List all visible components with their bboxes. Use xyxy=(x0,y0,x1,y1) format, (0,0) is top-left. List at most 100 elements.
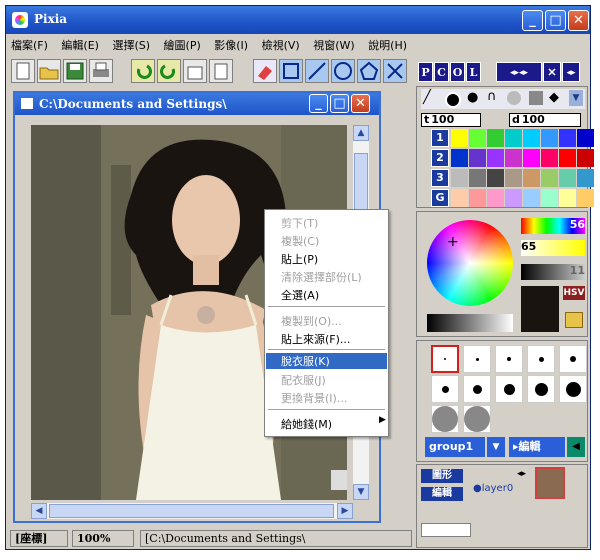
layer-arrows-icon[interactable]: ◂▸ xyxy=(517,469,526,479)
t-value-field[interactable]: t 100 xyxy=(421,113,481,127)
fill-icon[interactable] xyxy=(529,91,543,105)
menu-item-paste[interactable]: 貼上(P) xyxy=(281,251,318,267)
color-swatch[interactable] xyxy=(505,129,522,147)
cross-tool[interactable] xyxy=(383,59,407,83)
layer-thumbnail[interactable] xyxy=(535,467,565,499)
scroll-right-button[interactable]: ▶ xyxy=(337,503,353,519)
scroll-up-button[interactable]: ▲ xyxy=(353,125,369,141)
document-title-bar[interactable]: C:\Documents and Settings\ _ □ ✕ xyxy=(15,93,379,115)
minimize-button[interactable]: _ xyxy=(522,10,543,31)
hsv-toggle[interactable]: HSV xyxy=(563,286,585,300)
color-swatch[interactable] xyxy=(487,129,504,147)
menu-select[interactable]: 選擇(S) xyxy=(107,36,155,54)
menu-help[interactable]: 說明(H) xyxy=(363,36,412,54)
color-wheel[interactable]: + xyxy=(427,220,513,306)
color-swatch[interactable] xyxy=(541,129,558,147)
horizontal-scrollbar[interactable]: ◀ ▶ xyxy=(31,503,353,519)
title-bar[interactable]: Pixia _ □ ✕ xyxy=(6,6,590,34)
menu-item-give-money[interactable]: 給她錢(M) xyxy=(281,416,332,432)
shape-button[interactable]: 圖形 xyxy=(421,469,463,483)
horizontal-scroll-thumb[interactable] xyxy=(49,504,334,518)
color-swatch[interactable] xyxy=(469,129,486,147)
color-swatch[interactable] xyxy=(523,129,540,147)
menu-item-copy[interactable]: 複製(C) xyxy=(281,233,319,249)
dropdown-icon[interactable]: ▼ xyxy=(569,90,583,106)
ellipse-tool[interactable] xyxy=(331,59,355,83)
color-swatch[interactable] xyxy=(523,189,540,207)
layer-item[interactable]: ●layer0 xyxy=(473,483,513,494)
color-swatch[interactable] xyxy=(469,149,486,167)
copy-button[interactable] xyxy=(183,59,207,83)
tab-p[interactable]: P xyxy=(418,62,433,82)
close-panel-button[interactable]: ✕ xyxy=(543,62,561,82)
color-swatch[interactable] xyxy=(559,149,576,167)
value-slider[interactable]: 11 xyxy=(521,264,585,280)
menu-item-clear-selection[interactable]: 清除選擇部份(L) xyxy=(281,269,362,285)
eraser-tool[interactable] xyxy=(253,59,277,83)
edit-button[interactable]: ▸編輯 xyxy=(509,437,565,457)
menu-window[interactable]: 視窗(W) xyxy=(308,36,359,54)
color-swatch[interactable] xyxy=(469,169,486,187)
d-value-field[interactable]: d 100 xyxy=(509,113,581,127)
menu-item-select-all[interactable]: 全選(A) xyxy=(281,287,319,303)
new-file-button[interactable] xyxy=(11,59,35,83)
open-file-button[interactable] xyxy=(37,59,61,83)
folder-icon[interactable] xyxy=(565,312,583,328)
doc-close-button[interactable]: ✕ xyxy=(351,94,370,113)
saturation-slider[interactable]: 65 xyxy=(521,240,585,256)
close-button[interactable]: ✕ xyxy=(568,10,589,31)
maximize-button[interactable]: □ xyxy=(545,10,566,31)
doc-minimize-button[interactable]: _ xyxy=(309,94,328,113)
color-swatch[interactable] xyxy=(451,169,468,187)
dot-brush-icon[interactable] xyxy=(445,92,461,108)
color-swatch[interactable] xyxy=(559,169,576,187)
brush-size-option[interactable] xyxy=(463,405,491,433)
blur-icon[interactable] xyxy=(507,91,521,105)
brush-size-option[interactable] xyxy=(527,345,555,373)
brush-size-option[interactable] xyxy=(527,375,555,403)
app-icon[interactable] xyxy=(12,12,28,28)
menu-image[interactable]: 影像(I) xyxy=(209,36,253,54)
diamond-icon[interactable]: ◆ xyxy=(549,90,559,105)
brush-size-option[interactable] xyxy=(431,345,459,373)
color-swatch[interactable] xyxy=(487,169,504,187)
color-swatch[interactable] xyxy=(559,129,576,147)
color-swatch[interactable] xyxy=(577,149,594,167)
arrows-button[interactable]: ◂▸ xyxy=(562,62,580,82)
scroll-down-button[interactable]: ▼ xyxy=(353,484,369,500)
color-swatch[interactable] xyxy=(505,169,522,187)
brush-size-option[interactable] xyxy=(431,375,459,403)
color-swatch[interactable] xyxy=(541,189,558,207)
rectangle-tool[interactable] xyxy=(279,59,303,83)
menu-item-paste-from[interactable]: 貼上來源(F)... xyxy=(281,331,350,347)
apply-button[interactable]: ◀ xyxy=(567,437,585,457)
brush-size-option[interactable] xyxy=(463,345,491,373)
doc-maximize-button[interactable]: □ xyxy=(330,94,349,113)
color-swatch[interactable] xyxy=(487,149,504,167)
color-swatch[interactable] xyxy=(523,149,540,167)
brush-size-option[interactable] xyxy=(431,405,459,433)
scroll-left-button[interactable]: ◀ xyxy=(31,503,47,519)
pen-icon[interactable]: ╱ xyxy=(423,90,431,105)
brightness-slider[interactable] xyxy=(427,314,513,332)
redo-button[interactable] xyxy=(157,59,181,83)
menu-file[interactable]: 檔案(F) xyxy=(6,36,53,54)
color-swatch[interactable] xyxy=(559,189,576,207)
menu-item-undress[interactable]: 脫衣服(K) xyxy=(266,353,387,369)
tab-l[interactable]: L xyxy=(466,62,481,82)
save-button[interactable] xyxy=(63,59,87,83)
brush-size-option[interactable] xyxy=(559,345,587,373)
layer-edit-button[interactable]: 編輯 xyxy=(421,487,463,501)
lasso-icon[interactable]: ∩ xyxy=(487,89,497,104)
color-swatch[interactable] xyxy=(505,189,522,207)
color-swatch[interactable] xyxy=(523,169,540,187)
tab-c[interactable]: C xyxy=(434,62,449,82)
menu-item-copy-to[interactable]: 複製到(O)... xyxy=(281,313,342,329)
print-button[interactable] xyxy=(89,59,113,83)
line-tool[interactable] xyxy=(305,59,329,83)
undo-button[interactable] xyxy=(131,59,155,83)
group-dropdown-button[interactable]: ▼ xyxy=(487,437,505,457)
color-swatch[interactable] xyxy=(577,189,594,207)
menu-edit[interactable]: 編輯(E) xyxy=(56,36,104,54)
color-swatch[interactable] xyxy=(505,149,522,167)
